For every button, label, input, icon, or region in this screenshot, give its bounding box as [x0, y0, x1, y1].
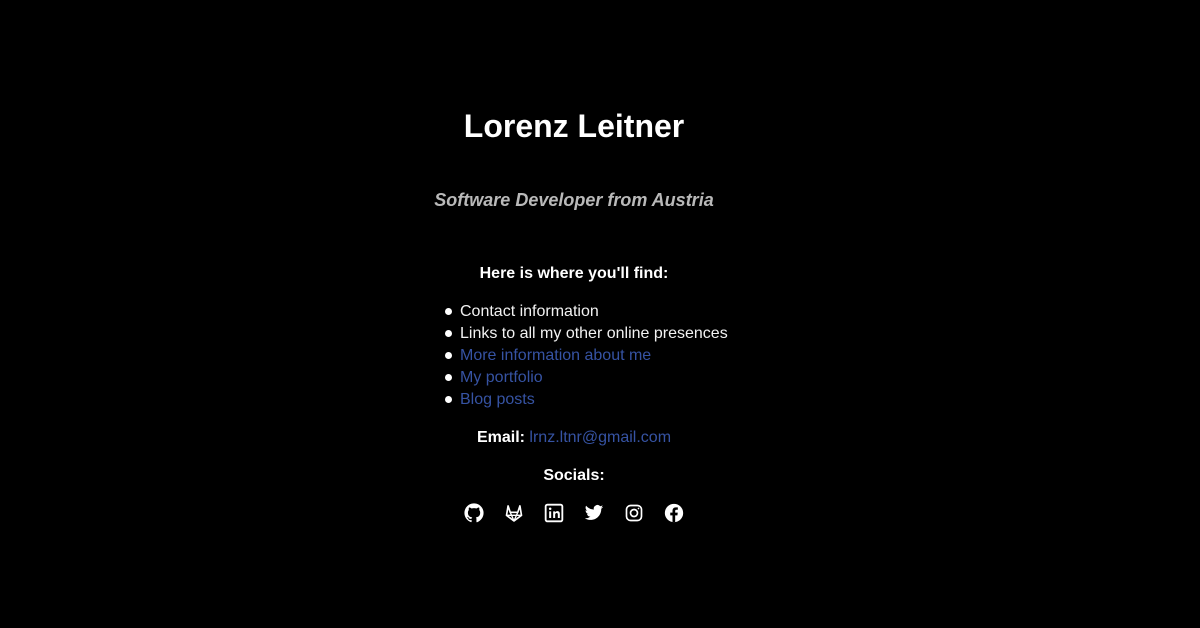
twitter-icon — [584, 505, 604, 520]
socials-heading: Socials: — [543, 467, 605, 484]
linkedin-link[interactable] — [544, 503, 564, 523]
list-item-label: Contact information — [460, 303, 599, 320]
list-item: My portfolio — [442, 367, 728, 389]
gitlab-link[interactable] — [504, 503, 524, 523]
email-link[interactable]: lrnz.ltnr@gmail.com — [529, 429, 671, 446]
list-item-label: Links to all my other online presences — [460, 325, 728, 342]
about-me-link[interactable]: More information about me — [460, 347, 651, 364]
email-label: Email: — [476, 429, 525, 446]
bullet-icon — [445, 308, 452, 315]
bullet-icon — [445, 330, 452, 337]
instagram-link[interactable] — [624, 503, 644, 523]
list-item: Contact information — [442, 301, 728, 323]
portfolio-link[interactable]: My portfolio — [460, 369, 543, 386]
gitlab-icon — [505, 505, 523, 522]
bullet-icon — [445, 374, 452, 381]
social-links — [464, 503, 684, 525]
list-item: Blog posts — [442, 389, 728, 411]
instagram-icon — [625, 504, 643, 522]
page: Lorenz Leitner Software Developer from A… — [0, 0, 1200, 628]
blog-posts-link[interactable]: Blog posts — [460, 391, 535, 408]
email-row: Email: lrnz.ltnr@gmail.com — [0, 428, 1148, 448]
github-icon — [464, 503, 484, 523]
linkedin-icon — [544, 503, 564, 523]
bullet-icon — [445, 396, 452, 403]
tagline: Software Developer from Austria — [434, 190, 714, 210]
github-link[interactable] — [464, 503, 484, 523]
find-list: Contact information Links to all my othe… — [442, 301, 728, 411]
bullet-icon — [445, 352, 452, 359]
page-title: Lorenz Leitner — [463, 108, 685, 144]
facebook-link[interactable] — [664, 503, 684, 523]
facebook-icon — [664, 503, 684, 523]
list-item: Links to all my other online presences — [442, 323, 728, 345]
twitter-link[interactable] — [584, 503, 604, 523]
list-item: More information about me — [442, 345, 728, 367]
find-heading: Here is where you'll find: — [479, 265, 669, 282]
